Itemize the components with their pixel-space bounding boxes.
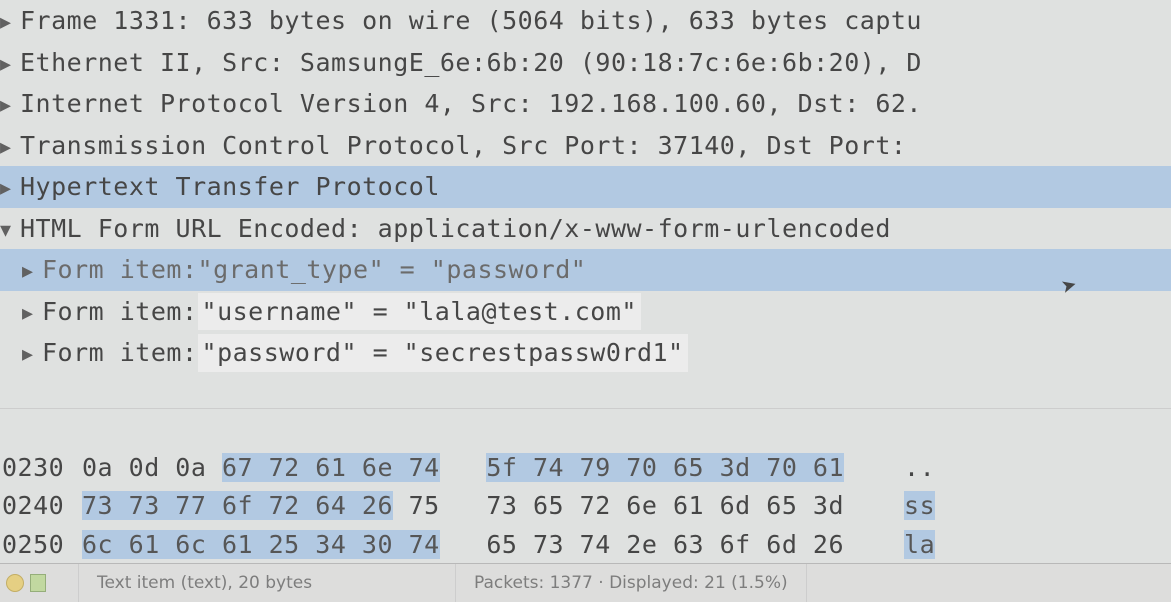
hex-offset: 0240 (0, 487, 82, 526)
tree-row-form-item-username[interactable]: ▸ Form item: "username" = "lala@test.com… (0, 291, 1171, 333)
tree-row-form-item-grant-type[interactable]: ▸ Form item: "grant_type" = "password" (0, 249, 1171, 291)
hex-ascii: .. (844, 449, 935, 488)
tree-row-form-urlencoded[interactable]: ▾ HTML Form URL Encoded: application/x-w… (0, 208, 1171, 250)
tree-label-prefix: Form item: (42, 334, 198, 372)
status-bar: Text item (text), 20 bytes Packets: 1377… (0, 563, 1171, 602)
tree-label: Internet Protocol Version 4, Src: 192.16… (20, 85, 922, 123)
hex-row[interactable]: 0250 6c 61 6c 61 25 34 30 74 65 73 74 2e… (0, 526, 1171, 565)
expand-arrow-icon[interactable]: ▸ (0, 47, 20, 80)
tree-row-tcp[interactable]: ▸ Transmission Control Protocol, Src Por… (0, 125, 1171, 167)
hex-bytes: 0a 0d 0a 67 72 61 6e 74 5f 74 79 70 65 3… (82, 449, 844, 488)
tree-label: Transmission Control Protocol, Src Port:… (20, 127, 906, 165)
hex-ascii: ss (844, 487, 935, 526)
tree-label-prefix: Form item: (42, 251, 198, 289)
capture-file-icon[interactable] (30, 574, 46, 592)
hex-offset: 0250 (0, 526, 82, 565)
tree-row-form-item-password[interactable]: ▸ Form item: "password" = "secrestpassw0… (0, 332, 1171, 374)
tree-label: HTML Form URL Encoded: application/x-www… (20, 210, 891, 248)
expand-arrow-icon[interactable]: ▸ (0, 171, 20, 204)
tree-label-body: "username" = "lala@test.com" (198, 293, 641, 331)
collapse-arrow-icon[interactable]: ▾ (0, 213, 20, 246)
hex-row[interactable]: 0240 73 73 77 6f 72 64 26 75 73 65 72 6e… (0, 487, 1171, 526)
hex-ascii: la (844, 526, 935, 565)
expand-arrow-icon[interactable]: ▸ (0, 130, 20, 163)
pane-divider[interactable] (0, 408, 1171, 409)
hex-dump-pane[interactable]: 0230 0a 0d 0a 67 72 61 6e 74 5f 74 79 70… (0, 449, 1171, 565)
tree-label-body: "password" = "secrestpassw0rd1" (198, 334, 688, 372)
tree-row-frame[interactable]: ▸ Frame 1331: 633 bytes on wire (5064 bi… (0, 0, 1171, 42)
status-packet-counts: Packets: 1377 · Displayed: 21 (1.5%) (456, 564, 807, 602)
tree-label: Ethernet II, Src: SamsungE_6e:6b:20 (90:… (20, 44, 922, 82)
expand-arrow-icon[interactable]: ▸ (22, 337, 42, 370)
tree-label: Hypertext Transfer Protocol (20, 168, 440, 206)
status-selected-field: Text item (text), 20 bytes (79, 564, 456, 602)
tree-label-prefix: Form item: (42, 293, 198, 331)
tree-row-ethernet[interactable]: ▸ Ethernet II, Src: SamsungE_6e:6b:20 (9… (0, 42, 1171, 84)
tree-row-http[interactable]: ▸ Hypertext Transfer Protocol (0, 166, 1171, 208)
tree-row-ip[interactable]: ▸ Internet Protocol Version 4, Src: 192.… (0, 83, 1171, 125)
expand-arrow-icon[interactable]: ▸ (22, 254, 42, 287)
expand-arrow-icon[interactable]: ▸ (0, 88, 20, 121)
hex-bytes: 6c 61 6c 61 25 34 30 74 65 73 74 2e 63 6… (82, 526, 844, 565)
expand-arrow-icon[interactable]: ▸ (22, 296, 42, 329)
hex-offset: 0230 (0, 449, 82, 488)
expert-info-icon[interactable] (6, 574, 24, 592)
expand-arrow-icon[interactable]: ▸ (0, 5, 20, 38)
tree-label-body: "grant_type" = "password" (198, 251, 587, 289)
hex-row[interactable]: 0230 0a 0d 0a 67 72 61 6e 74 5f 74 79 70… (0, 449, 1171, 488)
hex-bytes: 73 73 77 6f 72 64 26 75 73 65 72 6e 61 6… (82, 487, 844, 526)
status-bar-icons[interactable] (0, 564, 79, 602)
packet-details-pane[interactable]: ▸ Frame 1331: 633 bytes on wire (5064 bi… (0, 0, 1171, 374)
tree-label: Frame 1331: 633 bytes on wire (5064 bits… (20, 2, 922, 40)
